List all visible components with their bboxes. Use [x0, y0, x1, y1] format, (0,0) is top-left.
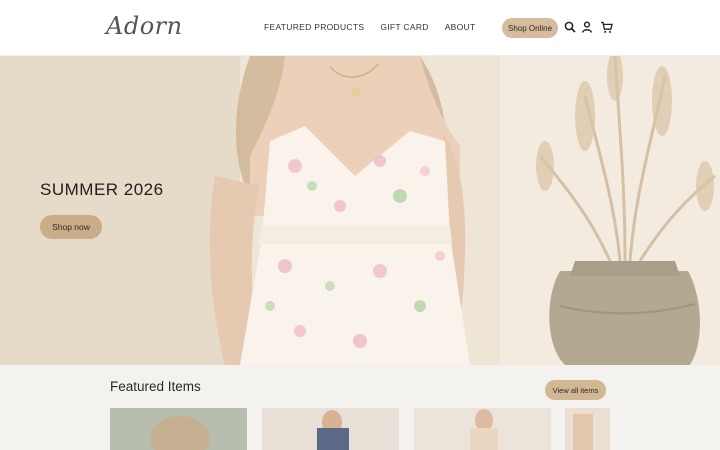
- product-thumbnail[interactable]: [565, 408, 610, 450]
- shop-online-button[interactable]: Shop Online: [502, 18, 558, 38]
- view-all-button[interactable]: View all items: [545, 380, 606, 400]
- main-nav: FEATURED PRODUCTS GIFT CARD ABOUT: [264, 22, 475, 32]
- hero-banner: SUMMER 2026 Shop now: [0, 56, 720, 365]
- hero-overlay: [0, 56, 720, 365]
- cart-icon[interactable]: [599, 20, 613, 34]
- featured-title: Featured Items: [110, 379, 201, 394]
- hero-title: SUMMER 2026: [40, 180, 164, 199]
- nav-about[interactable]: ABOUT: [445, 22, 476, 32]
- shop-now-button[interactable]: Shop now: [40, 215, 102, 239]
- product-thumbnail[interactable]: [110, 408, 247, 450]
- product-thumbnail[interactable]: [262, 408, 399, 450]
- logo[interactable]: Adorn: [104, 8, 182, 46]
- logo-text: Adorn: [106, 12, 183, 40]
- product-thumbnail[interactable]: [414, 408, 551, 450]
- site-header: Adorn FEATURED PRODUCTS GIFT CARD ABOUT …: [0, 0, 720, 56]
- featured-section: Featured Items View all items: [0, 365, 720, 450]
- user-icon[interactable]: [580, 20, 594, 34]
- search-icon[interactable]: [563, 20, 577, 34]
- nav-featured-products[interactable]: FEATURED PRODUCTS: [264, 22, 364, 32]
- nav-gift-card[interactable]: GIFT CARD: [380, 22, 428, 32]
